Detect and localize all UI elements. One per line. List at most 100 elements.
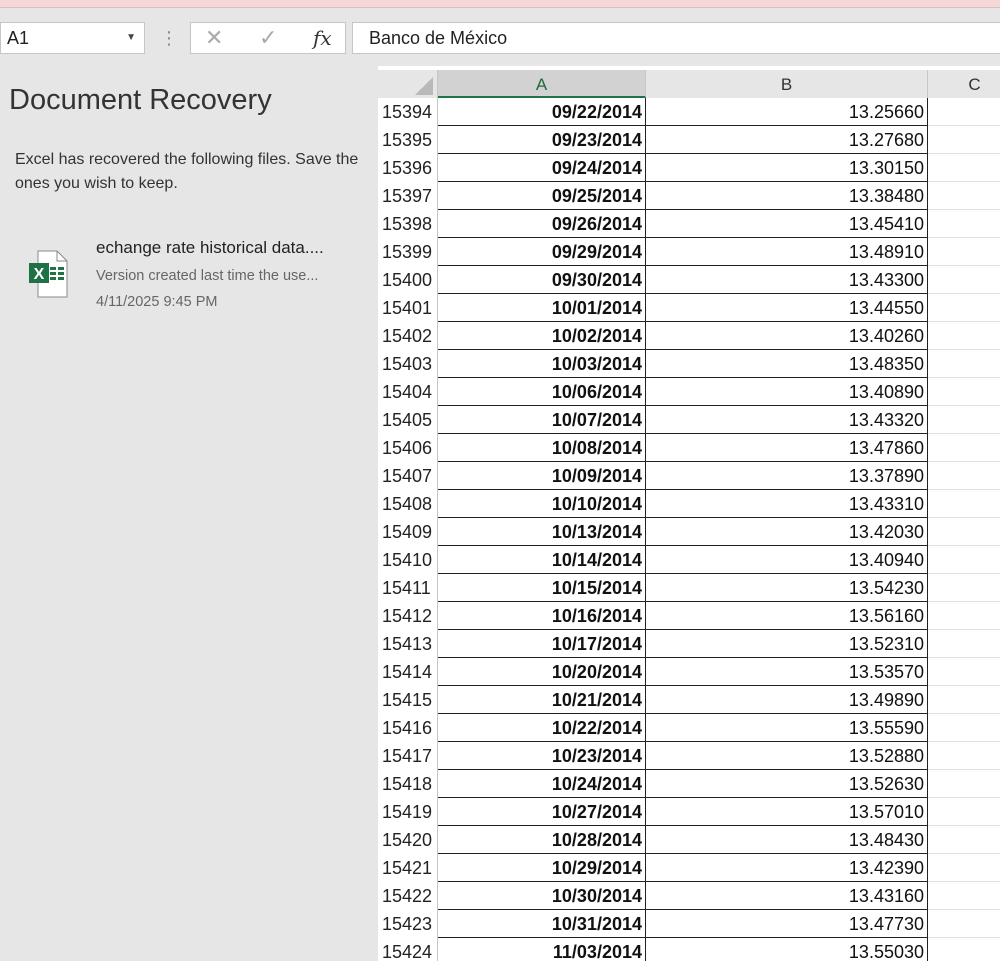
cell-rate[interactable]: 13.43320 bbox=[646, 406, 928, 434]
column-header-b[interactable]: B bbox=[646, 70, 928, 98]
cell-date[interactable]: 09/25/2014 bbox=[438, 182, 646, 210]
cell-empty[interactable] bbox=[928, 462, 1000, 490]
row-header[interactable]: 15415 bbox=[378, 686, 438, 714]
cell-empty[interactable] bbox=[928, 98, 1000, 126]
cell-rate[interactable]: 13.49890 bbox=[646, 686, 928, 714]
cell-date[interactable]: 10/21/2014 bbox=[438, 686, 646, 714]
cell-rate[interactable]: 13.48350 bbox=[646, 350, 928, 378]
cell-rate[interactable]: 13.40940 bbox=[646, 546, 928, 574]
cell-date[interactable]: 10/20/2014 bbox=[438, 658, 646, 686]
row-header[interactable]: 15411 bbox=[378, 574, 438, 602]
cell-date[interactable]: 10/27/2014 bbox=[438, 798, 646, 826]
row-header[interactable]: 15417 bbox=[378, 742, 438, 770]
row-header[interactable]: 15395 bbox=[378, 126, 438, 154]
cell-rate[interactable]: 13.42030 bbox=[646, 518, 928, 546]
cell-date[interactable]: 10/02/2014 bbox=[438, 322, 646, 350]
worksheet-grid[interactable]: A B C 15394 09/22/2014 13.25660 15395 09/23/… bbox=[378, 66, 1000, 961]
cell-empty[interactable] bbox=[928, 574, 1000, 602]
cell-empty[interactable] bbox=[928, 266, 1000, 294]
cell-empty[interactable] bbox=[928, 882, 1000, 910]
row-header[interactable]: 15406 bbox=[378, 434, 438, 462]
row-header[interactable]: 15414 bbox=[378, 658, 438, 686]
cell-rate[interactable]: 13.48910 bbox=[646, 238, 928, 266]
cell-rate[interactable]: 13.56160 bbox=[646, 602, 928, 630]
cell-date[interactable]: 09/24/2014 bbox=[438, 154, 646, 182]
cell-rate[interactable]: 13.37890 bbox=[646, 462, 928, 490]
row-header[interactable]: 15418 bbox=[378, 770, 438, 798]
cell-date[interactable]: 10/29/2014 bbox=[438, 854, 646, 882]
cell-rate[interactable]: 13.43300 bbox=[646, 266, 928, 294]
column-header-a[interactable]: A bbox=[438, 70, 646, 98]
cell-date[interactable]: 10/30/2014 bbox=[438, 882, 646, 910]
cell-rate[interactable]: 13.27680 bbox=[646, 126, 928, 154]
cell-empty[interactable] bbox=[928, 630, 1000, 658]
cancel-icon[interactable]: ✕ bbox=[205, 23, 223, 53]
select-all-button[interactable] bbox=[378, 70, 438, 98]
cell-empty[interactable] bbox=[928, 378, 1000, 406]
cell-empty[interactable] bbox=[928, 546, 1000, 574]
cell-date[interactable]: 10/22/2014 bbox=[438, 714, 646, 742]
cell-rate[interactable]: 13.43160 bbox=[646, 882, 928, 910]
cell-rate[interactable]: 13.42390 bbox=[646, 854, 928, 882]
insert-function-button[interactable]: fx bbox=[313, 23, 332, 53]
cell-date[interactable]: 09/30/2014 bbox=[438, 266, 646, 294]
cell-rate[interactable]: 13.48430 bbox=[646, 826, 928, 854]
row-header[interactable]: 15419 bbox=[378, 798, 438, 826]
name-box[interactable]: A1 ▼ bbox=[0, 22, 145, 54]
cell-date[interactable]: 10/03/2014 bbox=[438, 350, 646, 378]
row-header[interactable]: 15402 bbox=[378, 322, 438, 350]
cell-empty[interactable] bbox=[928, 518, 1000, 546]
cell-empty[interactable] bbox=[928, 602, 1000, 630]
row-header[interactable]: 15416 bbox=[378, 714, 438, 742]
cell-empty[interactable] bbox=[928, 770, 1000, 798]
cell-date[interactable]: 09/22/2014 bbox=[438, 98, 646, 126]
more-options-icon[interactable]: ⋮ bbox=[160, 26, 178, 50]
cell-rate[interactable]: 13.25660 bbox=[646, 98, 928, 126]
cell-empty[interactable] bbox=[928, 406, 1000, 434]
formula-input[interactable]: Banco de México bbox=[352, 22, 1000, 54]
cell-date[interactable]: 10/09/2014 bbox=[438, 462, 646, 490]
cell-rate[interactable]: 13.52630 bbox=[646, 770, 928, 798]
cell-empty[interactable] bbox=[928, 350, 1000, 378]
cell-empty[interactable] bbox=[928, 854, 1000, 882]
cell-date[interactable]: 10/08/2014 bbox=[438, 434, 646, 462]
cell-date[interactable]: 10/28/2014 bbox=[438, 826, 646, 854]
row-header[interactable]: 15423 bbox=[378, 910, 438, 938]
cell-rate[interactable]: 13.47730 bbox=[646, 910, 928, 938]
cell-date[interactable]: 10/24/2014 bbox=[438, 770, 646, 798]
cell-empty[interactable] bbox=[928, 714, 1000, 742]
cell-empty[interactable] bbox=[928, 798, 1000, 826]
row-header[interactable]: 15410 bbox=[378, 546, 438, 574]
row-header[interactable]: 15404 bbox=[378, 378, 438, 406]
cell-date[interactable]: 10/06/2014 bbox=[438, 378, 646, 406]
cell-rate[interactable]: 13.38480 bbox=[646, 182, 928, 210]
row-header[interactable]: 15424 bbox=[378, 938, 438, 961]
cell-rate[interactable]: 13.40260 bbox=[646, 322, 928, 350]
row-header[interactable]: 15409 bbox=[378, 518, 438, 546]
cell-empty[interactable] bbox=[928, 742, 1000, 770]
cell-date[interactable]: 09/23/2014 bbox=[438, 126, 646, 154]
cell-empty[interactable] bbox=[928, 238, 1000, 266]
row-header[interactable]: 15396 bbox=[378, 154, 438, 182]
cell-date[interactable]: 10/15/2014 bbox=[438, 574, 646, 602]
cell-empty[interactable] bbox=[928, 434, 1000, 462]
row-header[interactable]: 15421 bbox=[378, 854, 438, 882]
row-header[interactable]: 15420 bbox=[378, 826, 438, 854]
cell-rate[interactable]: 13.30150 bbox=[646, 154, 928, 182]
cell-empty[interactable] bbox=[928, 658, 1000, 686]
cell-empty[interactable] bbox=[928, 126, 1000, 154]
cell-date[interactable]: 10/16/2014 bbox=[438, 602, 646, 630]
cell-rate[interactable]: 13.52310 bbox=[646, 630, 928, 658]
row-header[interactable]: 15407 bbox=[378, 462, 438, 490]
cell-empty[interactable] bbox=[928, 294, 1000, 322]
cell-rate[interactable]: 13.55590 bbox=[646, 714, 928, 742]
recovered-file-item[interactable]: X echange rate historical data.... Versi… bbox=[20, 234, 360, 324]
chevron-down-icon[interactable]: ▼ bbox=[126, 23, 136, 53]
cell-date[interactable]: 10/14/2014 bbox=[438, 546, 646, 574]
row-header[interactable]: 15399 bbox=[378, 238, 438, 266]
cell-date[interactable]: 10/13/2014 bbox=[438, 518, 646, 546]
cell-rate[interactable]: 13.40890 bbox=[646, 378, 928, 406]
row-header[interactable]: 15400 bbox=[378, 266, 438, 294]
row-header[interactable]: 15401 bbox=[378, 294, 438, 322]
cell-rate[interactable]: 13.45410 bbox=[646, 210, 928, 238]
